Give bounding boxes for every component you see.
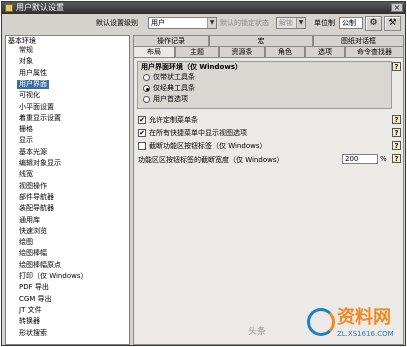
lock-select-value: 解锁 bbox=[279, 19, 293, 27]
tree-item[interactable]: 绘图 bbox=[17, 238, 35, 247]
tree-item[interactable]: JT 文件 bbox=[17, 306, 44, 315]
tree-item[interactable]: 栅格 bbox=[17, 125, 35, 134]
watermark: 资料网 ZL.XS1616.COM bbox=[307, 304, 407, 346]
close-button[interactable]: × bbox=[391, 3, 403, 12]
lock-select[interactable]: 解锁 ▼ bbox=[276, 17, 306, 29]
tree-item[interactable]: 常规 bbox=[17, 46, 35, 55]
tree-item[interactable]: 基本光源 bbox=[17, 148, 49, 157]
tree-item[interactable]: 着重显示设置 bbox=[17, 114, 63, 123]
radio-button[interactable] bbox=[143, 96, 150, 103]
tree-item[interactable]: 用户属性 bbox=[17, 69, 49, 78]
tree-item[interactable]: 可视化 bbox=[17, 91, 42, 100]
app-icon bbox=[5, 4, 13, 12]
tree-root[interactable]: 基本环境 bbox=[8, 37, 36, 45]
settings-tree[interactable]: 基本环境 常规对象用户属性 用户界面可视化小平面设置着重显示设置 栅格显示基本光源编… bbox=[5, 35, 130, 345]
checkbox-label: 截断功能区按钮标签（仅 Windows） bbox=[149, 142, 267, 150]
tab-row-upper: 操作记录宏图纸对话框 bbox=[133, 35, 404, 46]
tree-item[interactable]: PDF 导出 bbox=[17, 283, 51, 292]
title-bar: 用户默认设置 × bbox=[2, 2, 405, 14]
radio-button[interactable] bbox=[143, 85, 150, 92]
tab-upper[interactable]: 操作记录 bbox=[133, 35, 209, 46]
units-select[interactable]: 公制 bbox=[339, 17, 363, 29]
tree-item[interactable]: 用户界面 bbox=[17, 79, 49, 89]
watermark-url: ZL.XS1616.COM bbox=[337, 330, 394, 338]
tab-lower[interactable]: 角色 bbox=[265, 46, 305, 57]
tab-lower[interactable]: 选项 bbox=[305, 46, 345, 57]
toolbar: 默认设置级别 用户 ▼ 默认的锁定状态 解锁 ▼ 单位制 公制 ⚙ ⚒ bbox=[2, 14, 405, 34]
checkbox[interactable]: ✔ bbox=[138, 116, 146, 124]
level-label: 默认设置级别 bbox=[96, 19, 138, 27]
watermark-logo-icon bbox=[307, 308, 335, 336]
tab-upper[interactable]: 宏 bbox=[209, 35, 313, 46]
tree-item[interactable]: 部件导航器 bbox=[17, 193, 56, 202]
tree-item[interactable]: 通用库 bbox=[17, 216, 42, 225]
level-select[interactable]: 用户 ▼ bbox=[148, 17, 217, 29]
chevron-down-icon: ▼ bbox=[207, 18, 216, 28]
group-title: 用户界面环境（仅 Windows） bbox=[141, 63, 242, 71]
checkbox[interactable] bbox=[138, 142, 146, 150]
tab-row-lower: 布局 主题 资源条 角色 选项 命令查找器 bbox=[133, 46, 404, 58]
help-icon[interactable]: ? bbox=[392, 154, 401, 163]
truncate-width-input[interactable]: 200 bbox=[342, 154, 378, 164]
ui-environment-group: 用户界面环境（仅 Windows） 仅带状工具条 仅经典工具条 用户首选项 bbox=[137, 61, 392, 109]
tree-item[interactable]: 线宽 bbox=[17, 170, 35, 179]
user-defaults-dialog: 用户默认设置 × 默认设置级别 用户 ▼ 默认的锁定状态 解锁 ▼ 单位制 公制… bbox=[1, 1, 406, 346]
help-icon[interactable]: ? bbox=[392, 62, 401, 71]
lock-label: 默认的锁定状态 bbox=[220, 19, 269, 27]
tree-item[interactable]: 绘图棒幅原点 bbox=[17, 261, 63, 270]
window-title: 用户默认设置 bbox=[16, 3, 64, 12]
tree-item[interactable]: 形状搜索 bbox=[17, 329, 49, 338]
percent-unit: % bbox=[380, 155, 387, 163]
tree-item[interactable]: 装配导航器 bbox=[17, 204, 56, 213]
checkbox-label: 在所有快捷菜单中显示视图选项 bbox=[149, 129, 247, 137]
tree-item[interactable]: 显示 bbox=[17, 136, 35, 145]
tree-item[interactable]: 编辑对象显示 bbox=[17, 159, 63, 168]
tree-item[interactable]: 小平面设置 bbox=[17, 103, 56, 112]
tab-lower[interactable]: 命令查找器 bbox=[345, 46, 404, 57]
tab-lower[interactable]: 资源条 bbox=[219, 46, 265, 57]
checkbox[interactable]: ✔ bbox=[138, 129, 146, 137]
tab-upper[interactable]: 图纸对话框 bbox=[313, 35, 404, 46]
radio-label: 用户首选项 bbox=[153, 95, 188, 103]
tree-item[interactable]: 绘图棒幅 bbox=[17, 249, 49, 258]
help-icon[interactable]: ? bbox=[392, 141, 401, 150]
settings-panel: 操作记录宏图纸对话框 布局 主题 资源条 角色 选项 命令查找器 用户界面环境（仅 Win… bbox=[133, 35, 404, 345]
watermark-text: 资料网 bbox=[337, 307, 391, 328]
tab-lower[interactable]: 主题 bbox=[175, 46, 219, 57]
manage-defaults-button[interactable]: ⚒ bbox=[384, 16, 401, 31]
tree-item[interactable]: 视图操作 bbox=[17, 182, 49, 191]
level-select-value: 用户 bbox=[151, 19, 165, 27]
radio-label: 仅经典工具条 bbox=[153, 84, 195, 92]
help-icon[interactable]: ? bbox=[392, 115, 401, 124]
watermark-left-text: 头条 bbox=[248, 327, 267, 337]
radio-button[interactable] bbox=[143, 74, 150, 81]
units-select-value: 公制 bbox=[342, 19, 356, 27]
truncate-width-label: 功能区区按钮标签的截断宽度（仅 Windows） bbox=[138, 156, 284, 164]
tree-item[interactable]: CGM 导出 bbox=[17, 295, 54, 304]
tree-item[interactable]: 打印（仅 Windows） bbox=[17, 272, 89, 281]
tree-item[interactable]: 快速浏览 bbox=[17, 227, 49, 236]
tree-item[interactable]: 对象 bbox=[17, 57, 35, 66]
chevron-down-icon: ▼ bbox=[296, 18, 305, 28]
units-label: 单位制 bbox=[314, 19, 335, 27]
checkbox-label: 允许定制菜单条 bbox=[149, 116, 198, 124]
layout-tab-content: 用户界面环境（仅 Windows） 仅带状工具条 仅经典工具条 用户首选项 ? ✔ 允… bbox=[133, 57, 404, 345]
radio-label: 仅带状工具条 bbox=[153, 73, 195, 81]
tree-item[interactable]: 转换器 bbox=[17, 317, 42, 326]
import-defaults-button[interactable]: ⚙ bbox=[365, 16, 382, 31]
help-icon[interactable]: ? bbox=[392, 128, 401, 137]
